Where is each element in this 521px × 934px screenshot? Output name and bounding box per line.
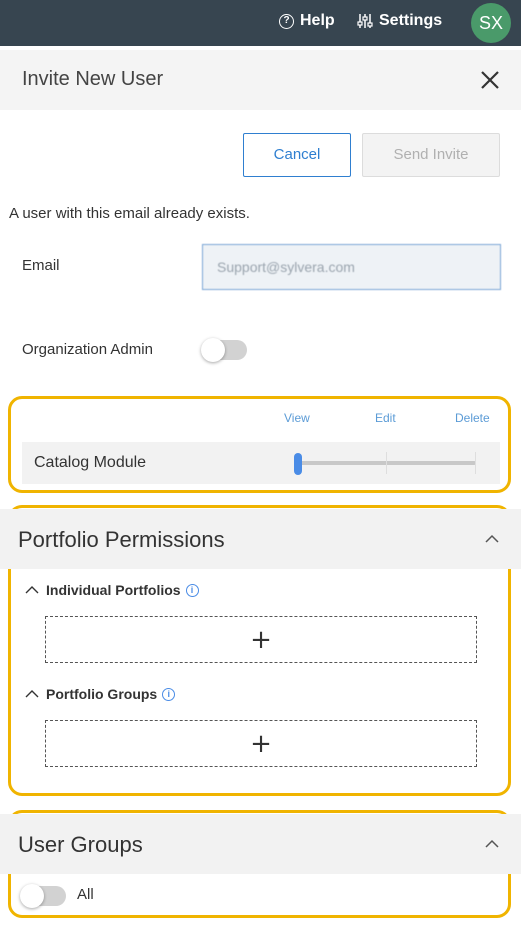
- settings-label: Settings: [379, 12, 443, 29]
- help-label: Help: [300, 12, 335, 29]
- dialog-title: Invite New User: [22, 68, 164, 90]
- user-groups-title: User Groups: [18, 832, 143, 857]
- dialog-header: Invite New User: [0, 50, 521, 110]
- top-bar: ? Help Settings SX: [0, 0, 521, 46]
- org-admin-label: Organization Admin: [22, 341, 153, 358]
- settings-link[interactable]: Settings: [357, 12, 442, 30]
- catalog-module-name: Catalog Module: [34, 454, 147, 471]
- portfolio-groups-label: Portfolio Groups: [46, 686, 158, 702]
- org-admin-toggle[interactable]: [201, 338, 247, 362]
- toggle-knob: [20, 884, 44, 908]
- plus-icon: +: [250, 728, 272, 759]
- help-icon: ?: [279, 13, 294, 29]
- individual-portfolios-header[interactable]: Individual Portfolios i: [24, 582, 199, 598]
- access-slider-thumb[interactable]: [294, 453, 302, 475]
- slider-tick-edit: [386, 452, 387, 474]
- add-individual-portfolio[interactable]: +: [45, 616, 477, 663]
- settings-icon: [357, 14, 373, 28]
- add-portfolio-group[interactable]: +: [45, 720, 477, 767]
- send-invite-button[interactable]: Send Invite: [362, 133, 500, 177]
- error-message: A user with this email already exists.: [9, 205, 250, 222]
- toggle-knob: [201, 338, 225, 362]
- all-groups-toggle[interactable]: [20, 884, 66, 908]
- info-icon[interactable]: i: [162, 687, 176, 701]
- email-field[interactable]: Support@sylvera.com: [202, 244, 501, 290]
- column-delete: Delete: [455, 411, 490, 425]
- individual-portfolios-label: Individual Portfolios: [46, 582, 181, 598]
- portfolio-groups-header[interactable]: Portfolio Groups i: [24, 686, 176, 702]
- help-link[interactable]: ? Help: [279, 12, 335, 30]
- portfolio-section-title: Portfolio Permissions: [18, 527, 225, 552]
- info-icon[interactable]: i: [185, 583, 199, 597]
- access-slider-track[interactable]: [298, 461, 476, 465]
- chevron-up-icon[interactable]: [484, 838, 500, 850]
- cancel-button[interactable]: Cancel: [243, 133, 351, 177]
- chevron-up-icon[interactable]: [24, 584, 40, 596]
- chevron-up-icon[interactable]: [24, 688, 40, 700]
- plus-icon: +: [250, 624, 272, 655]
- avatar[interactable]: SX: [471, 3, 511, 43]
- slider-tick-delete: [475, 452, 476, 474]
- close-icon[interactable]: [475, 65, 505, 95]
- email-value: Support@sylvera.com: [217, 259, 355, 275]
- column-view: View: [284, 411, 310, 425]
- email-label: Email: [22, 257, 60, 274]
- all-groups-label: All: [77, 886, 94, 903]
- portfolio-section-header[interactable]: Portfolio Permissions: [0, 509, 521, 569]
- catalog-module-row: Catalog Module: [22, 442, 500, 484]
- user-groups-section-header[interactable]: User Groups: [0, 814, 521, 874]
- chevron-up-icon[interactable]: [484, 533, 500, 545]
- column-edit: Edit: [375, 411, 396, 425]
